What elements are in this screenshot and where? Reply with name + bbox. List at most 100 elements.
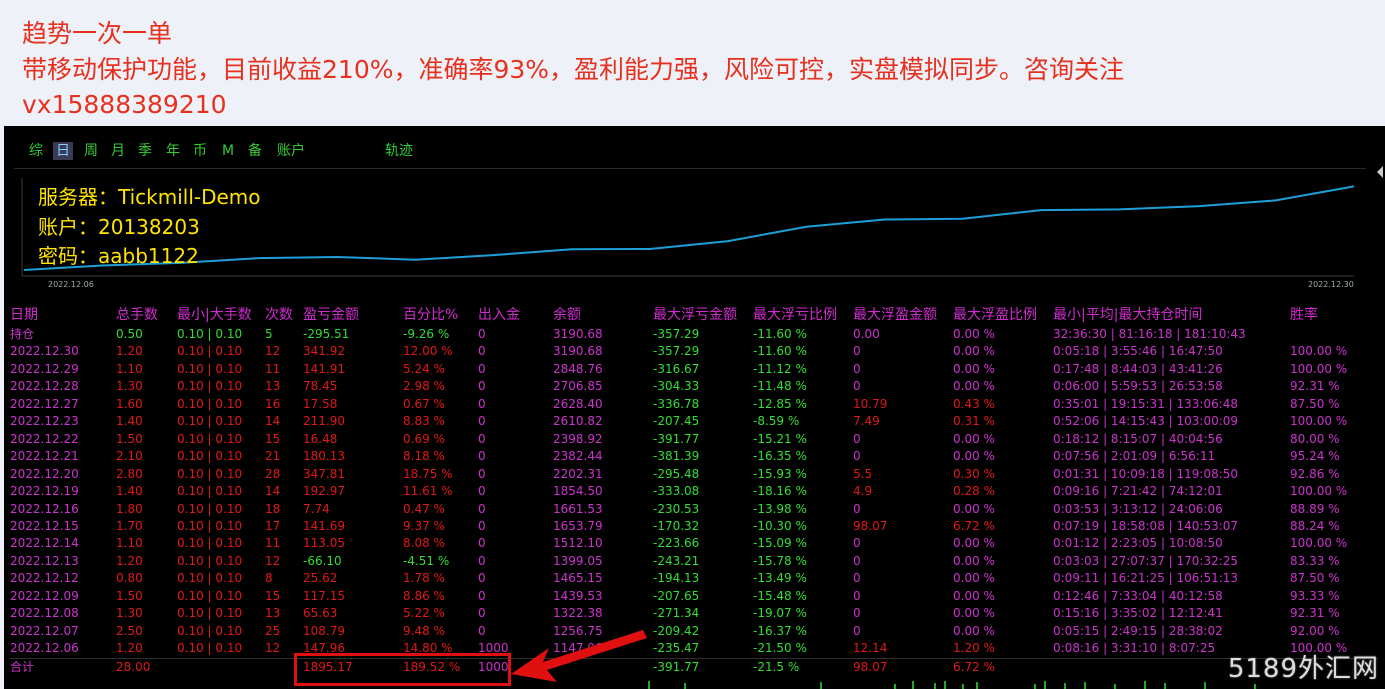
cell-trade-count: 28 — [265, 466, 281, 481]
header-max-floating-loss-pct[interactable]: 最大浮亏比例 — [753, 304, 837, 326]
cell-lots: 1.50 — [116, 431, 143, 446]
cell-hold-time: 0:35:01 | 19:15:31 | 133:06:48 — [1053, 396, 1239, 411]
cell-max-floating-loss-pct: -13.49 % — [753, 571, 807, 586]
cell-lots: 0.80 — [116, 571, 143, 586]
cell-max-floating-profit: 0 — [853, 344, 861, 359]
cell-max-floating-loss-pct: -11.60 % — [753, 327, 807, 341]
cell-max-floating-loss: -209.42 — [653, 623, 700, 638]
table-row[interactable]: 2022.12.15 1.70 0.10 | 0.10 17 141.69 9.37 % 0… — [10, 518, 1378, 536]
tab-notes[interactable]: 备 — [245, 142, 265, 160]
cell-lots: 1.20 — [116, 553, 143, 568]
table-row[interactable]: 2022.12.08 1.30 0.10 | 0.10 13 65.63 5.22 % 0 1… — [10, 605, 1378, 623]
cell-win-rate: 87.50 % — [1290, 571, 1340, 586]
cell-date: 2022.12.22 — [10, 431, 79, 446]
header-balance[interactable]: 余额 — [553, 304, 581, 326]
cell-max-floating-profit: 10.79 — [853, 396, 888, 411]
account-label: 账户：20138203 — [38, 215, 200, 239]
tab-daily[interactable]: 日 — [53, 142, 73, 160]
cell-max-floating-loss-pct: -19.07 % — [753, 606, 807, 621]
header-deposit-withdraw[interactable]: 出入金 — [478, 304, 520, 326]
cell-max-floating-profit-pct: 0.00 % — [953, 536, 995, 551]
tab-magic[interactable]: M — [219, 142, 237, 160]
cell-max-floating-profit-pct: 0.28 % — [953, 484, 995, 499]
header-max-floating-profit-pct[interactable]: 最大浮盈比例 — [953, 304, 1037, 326]
cell-max-floating-profit-pct: 1.20 % — [953, 641, 995, 656]
header-profit-loss[interactable]: 盈亏金额 — [303, 304, 359, 326]
cell-deposit-withdraw: 0 — [478, 588, 486, 603]
trading-stats-panel: 综 日 周 月 季 年 币 M 备 账户 轨迹 2022.12.06 2022.… — [4, 126, 1385, 689]
cell-min-max-lots: 0.10 | 0.10 — [177, 606, 243, 621]
header-trade-count[interactable]: 次数 — [265, 304, 293, 326]
tab-yearly[interactable]: 年 — [163, 142, 183, 160]
cell-trade-count: 15 — [265, 431, 281, 446]
cell-percent: 9.37 % — [403, 518, 445, 533]
header-min-max-lots[interactable]: 最小|大手数 — [177, 304, 252, 326]
total-row[interactable]: 合计 28.00 1895.17 189.52 % 1000 -391.77 -21.5 %… — [10, 657, 1378, 677]
tab-trajectory[interactable]: 轨迹 — [382, 142, 416, 160]
cell-balance: 1322.38 — [553, 606, 603, 621]
cell-lots: 2.50 — [116, 623, 143, 638]
cell-min-max-lots: 0.10 | 0.10 — [177, 553, 243, 568]
cell-deposit-withdraw: 0 — [478, 379, 486, 394]
header-max-floating-profit[interactable]: 最大浮盈金额 — [853, 304, 937, 326]
table-row[interactable]: 2022.12.23 1.40 0.10 | 0.10 14 211.90 8.83 % 0… — [10, 413, 1378, 431]
table-row[interactable]: 2022.12.29 1.10 0.10 | 0.10 11 141.91 5.24 % 0… — [10, 361, 1378, 379]
header-max-floating-loss[interactable]: 最大浮亏金额 — [653, 304, 737, 326]
table-row[interactable]: 2022.12.21 2.10 0.10 | 0.10 21 180.13 8.18 % 0… — [10, 448, 1378, 466]
table-row[interactable]: 2022.12.27 1.60 0.10 | 0.10 16 17.58 0.67 % 0 2… — [10, 396, 1378, 414]
tab-currency[interactable]: 币 — [190, 142, 210, 160]
cell-profit-loss: 141.69 — [303, 518, 345, 533]
table-row[interactable]: 2022.12.30 1.20 0.10 | 0.10 12 341.92 12.00 %… — [10, 343, 1378, 361]
tab-monthly[interactable]: 月 — [108, 142, 128, 160]
cell-balance: 2706.85 — [553, 379, 603, 394]
table-row[interactable]: 2022.12.09 1.50 0.10 | 0.10 15 117.15 8.86 % 0… — [10, 588, 1378, 606]
table-row[interactable]: 2022.12.22 1.50 0.10 | 0.10 15 16.48 0.69 % 0 2… — [10, 431, 1378, 449]
header-date[interactable]: 日期 — [10, 304, 38, 326]
cell-win-rate: 92.31 % — [1290, 606, 1340, 621]
table-row[interactable]: 2022.12.07 2.50 0.10 | 0.10 25 108.79 9.48 % 0… — [10, 623, 1378, 641]
cell-balance: 1465.15 — [553, 571, 603, 586]
cell-max-floating-profit: 0 — [853, 449, 861, 464]
cell-hold-time: 0:07:19 | 18:58:08 | 140:53:07 — [1053, 518, 1239, 533]
cell-profit-loss: 141.91 — [303, 361, 345, 376]
collapse-arrow-icon[interactable] — [1377, 166, 1383, 178]
cell-hold-time: 0:09:11 | 16:21:25 | 106:51:13 — [1053, 571, 1239, 586]
cell-deposit-withdraw: 0 — [478, 571, 486, 586]
tab-account[interactable]: 账户 — [274, 142, 308, 160]
cell-max-floating-profit-pct: 0.30 % — [953, 466, 995, 481]
cell-lots: 2.10 — [116, 449, 143, 464]
table-row[interactable]: 2022.12.12 0.80 0.10 | 0.10 8 25.62 1.78 % 0 14… — [10, 570, 1378, 588]
holding-row[interactable]: 持仓 0.50 0.10 | 0.10 5 -295.51 -9.26 % 0 3190.68… — [10, 326, 1378, 344]
header-hold-time[interactable]: 最小|平均|最大持仓时间 — [1053, 304, 1202, 326]
table-row[interactable]: 2022.12.28 1.30 0.10 | 0.10 13 78.45 2.98 % 0 2… — [10, 378, 1378, 396]
cell-max-floating-profit: 0 — [853, 361, 861, 376]
cell-win-rate: 100.00 % — [1290, 361, 1348, 376]
tab-weekly[interactable]: 周 — [81, 142, 101, 160]
table-row[interactable]: 2022.12.13 1.20 0.10 | 0.10 12 -66.10 -4.51 %… — [10, 553, 1378, 571]
cell-win-rate: 92.00 % — [1290, 623, 1340, 638]
cell-hold-time: 0:06:00 | 5:59:53 | 26:53:58 — [1053, 379, 1223, 394]
cell-deposit-withdraw: 0 — [478, 431, 486, 446]
cell-lots: 1.70 — [116, 518, 143, 533]
header-percent[interactable]: 百分比% — [403, 304, 458, 326]
tab-overview[interactable]: 综 — [26, 142, 46, 160]
cell-date: 2022.12.27 — [10, 396, 79, 411]
header-lots[interactable]: 总手数 — [116, 304, 158, 326]
cell-hold-time: 0:52:06 | 14:15:43 | 103:00:09 — [1053, 414, 1239, 429]
header-win-rate[interactable]: 胜率 — [1290, 304, 1318, 326]
table-row[interactable]: 2022.12.16 1.80 0.10 | 0.10 18 7.74 0.47 % 0 16… — [10, 501, 1378, 519]
cell-hold-time: 0:08:16 | 3:31:10 | 8:07:25 — [1053, 641, 1216, 656]
cell-max-floating-loss: -391.77 — [653, 659, 700, 674]
tab-quarterly[interactable]: 季 — [135, 142, 155, 160]
cell-win-rate: 87.50 % — [1290, 396, 1340, 411]
cell-min-max-lots: 0.10 | 0.10 — [177, 449, 243, 464]
cell-deposit-withdraw: 0 — [478, 449, 486, 464]
table-row[interactable]: 2022.12.20 2.80 0.10 | 0.10 28 347.81 18.75 %… — [10, 466, 1378, 484]
table-row[interactable]: 2022.12.06 1.20 0.10 | 0.10 12 147.96 14.80 %… — [10, 640, 1378, 658]
cell-win-rate: 88.89 % — [1290, 501, 1340, 516]
table-row[interactable]: 2022.12.19 1.40 0.10 | 0.10 14 192.97 11.61 %… — [10, 483, 1378, 501]
cell-min-max-lots: 0.10 | 0.10 — [177, 501, 243, 516]
cell-lots: 1.10 — [116, 536, 143, 551]
table-row[interactable]: 2022.12.14 1.10 0.10 | 0.10 11 113.05 8.08 % 0… — [10, 535, 1378, 553]
cell-win-rate: 83.33 % — [1290, 553, 1340, 568]
